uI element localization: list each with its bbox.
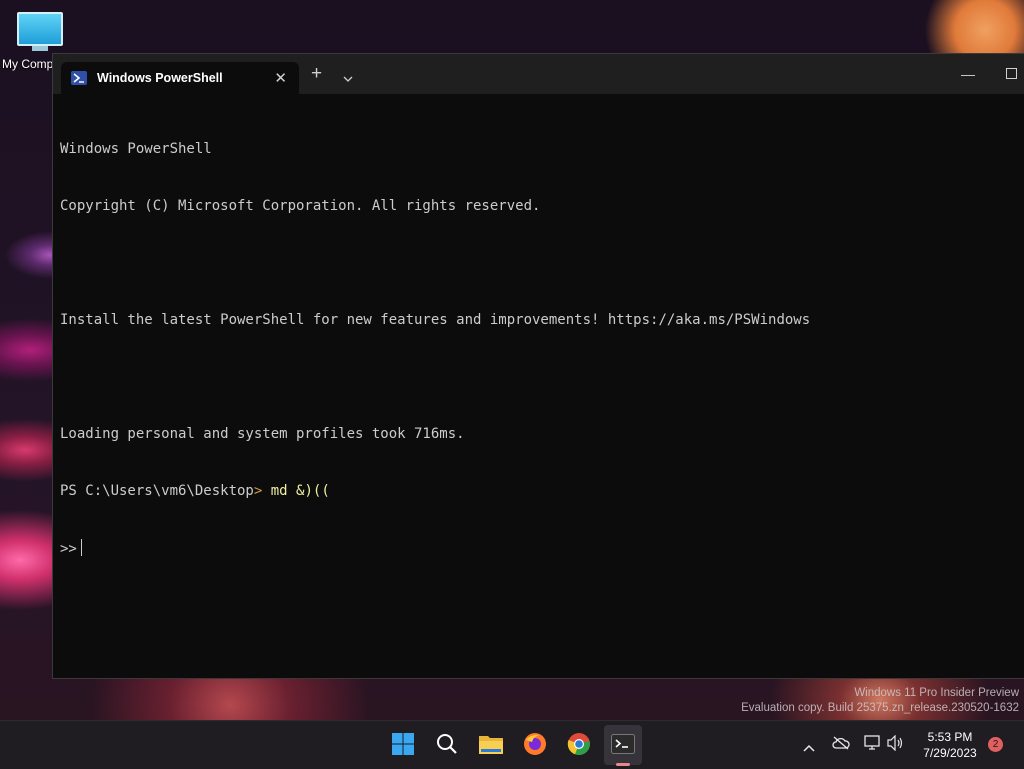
- tab-close-button[interactable]: ✕: [274, 69, 287, 87]
- computer-icon-stand: [32, 46, 48, 51]
- network-icon[interactable]: [864, 735, 882, 755]
- system-clock[interactable]: 5:53 PM 7/29/2023: [915, 729, 985, 761]
- os-watermark: Windows 11 Pro Insider Preview Evaluatio…: [741, 686, 1019, 716]
- active-app-indicator: [616, 763, 630, 766]
- prompt-line: PS C:\Users\vm6\Desktop> md &)((: [60, 482, 1021, 501]
- console-output[interactable]: Windows PowerShell Copyright (C) Microso…: [60, 102, 1021, 668]
- file-explorer-icon[interactable]: [477, 730, 505, 758]
- chevron-down-icon[interactable]: [343, 68, 353, 87]
- console-line: Copyright (C) Microsoft Corporation. All…: [60, 198, 541, 214]
- powershell-icon: [71, 71, 87, 85]
- computer-icon: [17, 12, 63, 46]
- tab-title: Windows PowerShell: [97, 71, 223, 85]
- notification-badge[interactable]: 2: [988, 737, 1003, 752]
- firefox-icon[interactable]: [521, 730, 549, 758]
- tab-windows-powershell[interactable]: Windows PowerShell ✕: [61, 62, 299, 94]
- watermark-line-2: Evaluation copy. Build 25375.zn_release.…: [741, 702, 1019, 714]
- continuation-prompt: >>: [60, 541, 77, 557]
- clock-time: 5:53 PM: [927, 730, 973, 744]
- chevron-up-icon[interactable]: [803, 737, 815, 756]
- console-line: Install the latest PowerShell for new fe…: [60, 312, 811, 328]
- clock-date: 7/29/2023: [923, 746, 977, 760]
- chrome-icon[interactable]: [565, 730, 593, 758]
- terminal-window: Windows PowerShell ✕ + — Windows PowerSh…: [52, 53, 1024, 679]
- desktop-icon-label: My Computer: [2, 57, 54, 71]
- prompt-path: PS C:\Users\vm6\Desktop: [60, 483, 254, 499]
- new-tab-button[interactable]: +: [311, 63, 322, 85]
- continuation-line: >>: [60, 539, 1021, 558]
- console-line: Loading personal and system profiles too…: [60, 426, 465, 442]
- minimize-button[interactable]: —: [961, 66, 975, 82]
- console-line: Windows PowerShell: [60, 141, 212, 157]
- terminal-icon[interactable]: [609, 730, 637, 758]
- cloud-offline-icon[interactable]: [832, 735, 850, 754]
- volume-icon[interactable]: [887, 734, 905, 755]
- text-cursor: [80, 539, 82, 556]
- watermark-line-1: Windows 11 Pro Insider Preview: [854, 687, 1019, 699]
- start-icon[interactable]: [389, 730, 417, 758]
- command-text: md &)((: [262, 483, 330, 499]
- taskbar: 5:53 PM 7/29/2023 2: [0, 720, 1024, 769]
- title-bar[interactable]: Windows PowerShell ✕ + —: [53, 54, 1024, 94]
- maximize-button[interactable]: [1006, 68, 1017, 79]
- search-icon[interactable]: [433, 730, 461, 758]
